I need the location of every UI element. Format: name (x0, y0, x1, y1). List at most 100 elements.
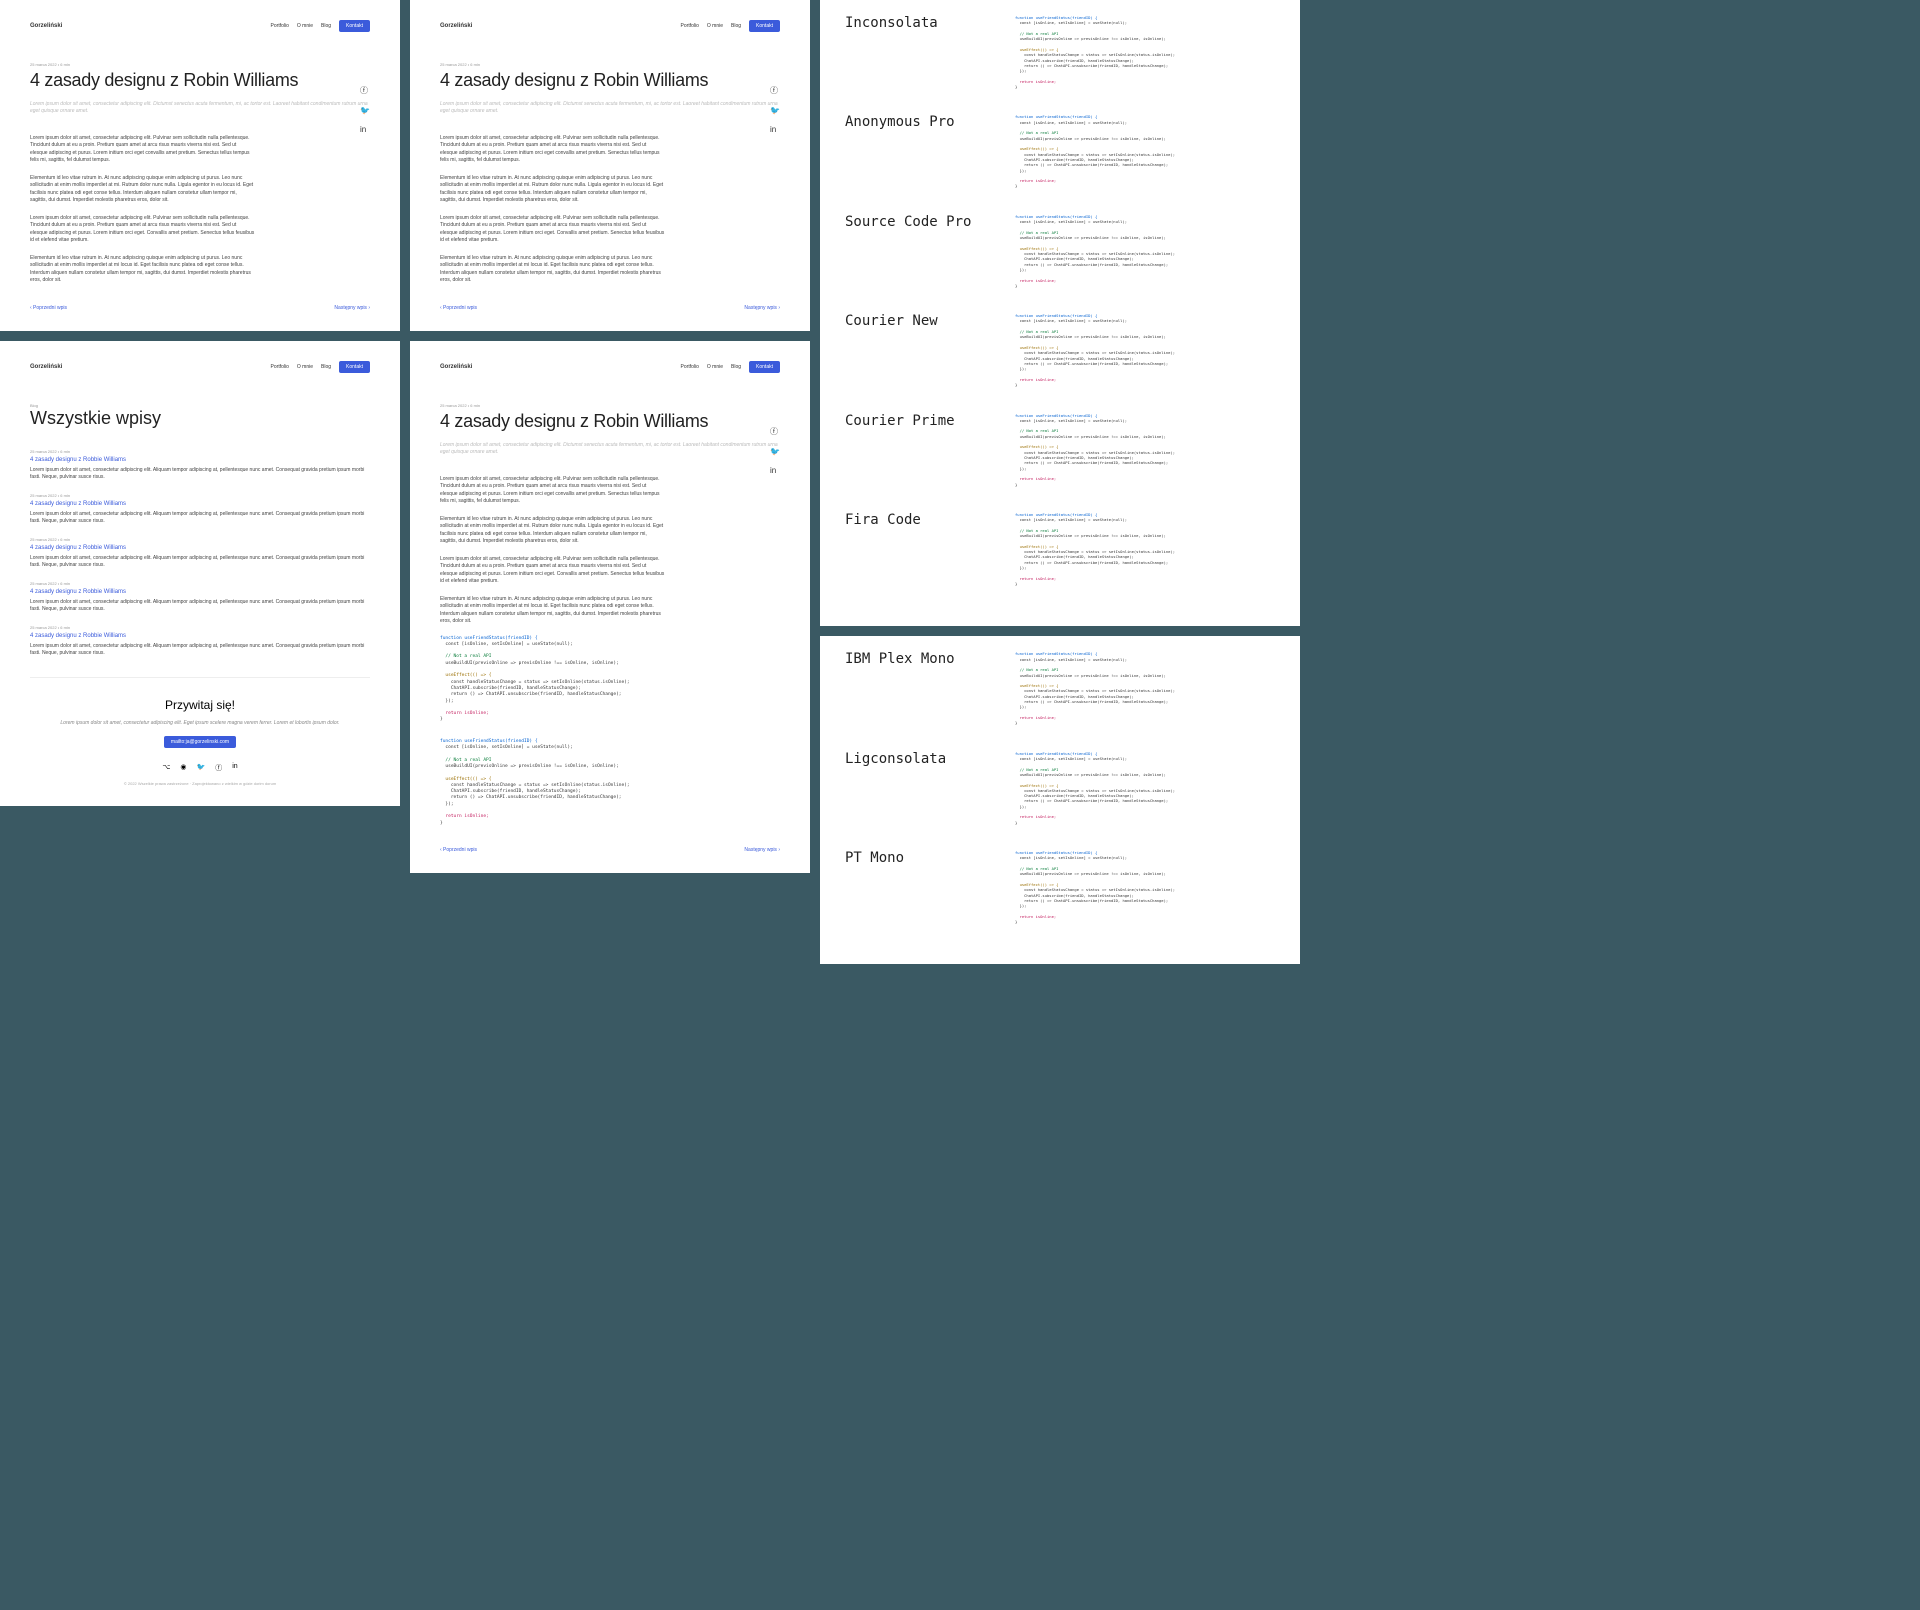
code-sample: function useFriendStatus(friendID) { con… (1015, 850, 1275, 924)
top-nav: Gorzeliński Portfolio O mnie Blog Kontak… (30, 361, 370, 373)
cta-text: Lorem ipsum dolor sit amet, consectetur … (30, 720, 370, 726)
nav-contact-button[interactable]: Kontakt (339, 20, 370, 32)
article-panel-2: Gorzeliński Portfolio O mnie Blog Kontak… (410, 0, 810, 331)
paragraph: Lorem ipsum dolor sit amet, consectetur … (30, 135, 254, 165)
logo[interactable]: Gorzeliński (30, 23, 62, 29)
font-name-label: Courier New (845, 313, 985, 383)
list-title: Wszystkie wpisy (30, 408, 370, 429)
post-lead: Lorem ipsum dolor sit amet, consectetur … (30, 101, 370, 115)
footer-copyright: © 2022 Wszelkie prawa zastrzeżone · Zapr… (30, 781, 370, 786)
prev-post-link[interactable]: ‹ Poprzedni wpis (440, 847, 477, 853)
font-sample-row: PT Mono function useFriendStatus(friendID… (845, 850, 1275, 924)
font-sample-row: Source Code Pro function useFriendStatus(… (845, 214, 1275, 288)
nav-blog[interactable]: Blog (731, 364, 741, 370)
nav-about[interactable]: O mnie (297, 23, 313, 29)
font-name-label: Source Code Pro (845, 214, 985, 284)
nav-contact-button[interactable]: Kontakt (749, 20, 780, 32)
footer-social: ⌥ ◉ 🐦 ⓕ in (30, 763, 370, 773)
nav-blog[interactable]: Blog (731, 23, 741, 29)
prev-post-link[interactable]: ‹ Poprzedni wpis (30, 305, 67, 311)
font-name-label: Anonymous Pro (845, 114, 985, 184)
post-link[interactable]: 4 zasady designu z Robbie Williams (30, 633, 370, 639)
pager: ‹ Poprzedni wpis Następny wpis › (30, 305, 370, 311)
post-link[interactable]: 4 zasady designu z Robbie Williams (30, 545, 370, 551)
post-item: 25 marca 2022 • 6 min 4 zasady designu z… (30, 449, 370, 481)
code-sample: function useFriendStatus(friendID) { con… (1015, 512, 1275, 586)
font-name-label: Courier Prime (845, 413, 985, 483)
linkedin-icon[interactable]: in (360, 125, 370, 134)
font-sample-row: Inconsolatafunction useFriendStatus(frie… (845, 15, 1275, 89)
nav-portfolio[interactable]: Portfolio (681, 364, 699, 370)
code-block-1: function useFriendStatus(friendID) { con… (440, 636, 664, 724)
twitter-icon[interactable]: 🐦 (770, 447, 780, 456)
facebook-icon[interactable]: ⓕ (215, 763, 222, 773)
twitter-icon[interactable]: 🐦 (197, 763, 206, 773)
nav-portfolio[interactable]: Portfolio (271, 23, 289, 29)
nav-about[interactable]: O mnie (297, 364, 313, 370)
post-item: 25 marca 2022 • 6 min 4 zasady designu z… (30, 537, 370, 569)
paragraph: Elementum id leo vitae rutrum in. At nun… (30, 175, 254, 205)
code-sample: function useFriendStatus(friendID) { con… (1015, 114, 1275, 188)
article-panel-1: Gorzeliński Portfolio O mnie Blog Kontak… (0, 0, 400, 331)
post-title: 4 zasady designu z Robin Williams (30, 71, 370, 91)
facebook-icon[interactable]: ⓕ (770, 85, 780, 96)
post-link[interactable]: 4 zasady designu z Robbie Williams (30, 501, 370, 507)
font-comparison-top: Inconsolatafunction useFriendStatus(frie… (820, 0, 1300, 626)
post-excerpt: Lorem ipsum dolor sit amet, consectetur … (30, 467, 370, 481)
code-sample: function useFriendStatus(friendID) { con… (1015, 214, 1275, 288)
font-sample-row: Ligconsolatafunction useFriendStatus(fri… (845, 751, 1275, 825)
top-nav: Gorzeliński Portfolio O mnie Blog Kontak… (30, 20, 370, 32)
nav-blog[interactable]: Blog (321, 23, 331, 29)
nav-about[interactable]: O mnie (707, 23, 723, 29)
facebook-icon[interactable]: ⓕ (770, 426, 780, 437)
font-name-label: Ligconsolata (845, 751, 985, 821)
code-sample: function useFriendStatus(friendID) { con… (1015, 313, 1275, 387)
twitter-icon[interactable]: 🐦 (360, 106, 370, 115)
code-sample: function useFriendStatus(friendID) { con… (1015, 651, 1275, 725)
linkedin-icon[interactable]: in (770, 466, 780, 475)
post-meta: 25 marca 2022 • 6 min (30, 62, 370, 67)
logo[interactable]: Gorzeliński (440, 364, 472, 370)
nav-blog[interactable]: Blog (321, 364, 331, 370)
nav-contact-button[interactable]: Kontakt (749, 361, 780, 373)
post-item: 25 marca 2022 • 6 min 4 zasady designu z… (30, 493, 370, 525)
nav-links: Portfolio O mnie Blog Kontakt (271, 20, 370, 32)
post-link[interactable]: 4 zasady designu z Robbie Williams (30, 457, 370, 463)
nav-contact-button[interactable]: Kontakt (339, 361, 370, 373)
prev-post-link[interactable]: ‹ Poprzedni wpis (440, 305, 477, 311)
next-post-link[interactable]: Następny wpis › (744, 305, 780, 311)
linkedin-icon[interactable]: in (232, 763, 237, 773)
twitter-icon[interactable]: 🐦 (770, 106, 780, 115)
blog-list-panel: Gorzeliński Portfolio O mnie Blog Kontak… (0, 341, 400, 806)
post-title: 4 zasady designu z Robin Williams (440, 412, 780, 432)
cta-heading: Przywitaj się! (30, 698, 370, 712)
nav-portfolio[interactable]: Portfolio (271, 364, 289, 370)
nav-about[interactable]: O mnie (707, 364, 723, 370)
cta-email-button[interactable]: mailto:ja@gorzelinski.com (164, 736, 236, 748)
code-sample: function useFriendStatus(friendID) { con… (1015, 15, 1275, 89)
font-name-label: Fira Code (845, 512, 985, 582)
dribbble-icon[interactable]: ◉ (180, 763, 186, 773)
post-item: 25 marca 2022 • 6 min 4 zasady designu z… (30, 581, 370, 613)
divider (30, 677, 370, 678)
linkedin-icon[interactable]: in (770, 125, 780, 134)
post-link[interactable]: 4 zasady designu z Robbie Williams (30, 589, 370, 595)
next-post-link[interactable]: Następny wpis › (334, 305, 370, 311)
paragraph: Lorem ipsum dolor sit amet, consectetur … (30, 215, 254, 245)
next-post-link[interactable]: Następny wpis › (744, 847, 780, 853)
github-icon[interactable]: ⌥ (162, 763, 170, 773)
facebook-icon[interactable]: ⓕ (360, 85, 370, 96)
font-name-label: IBM Plex Mono (845, 651, 985, 721)
list-item-meta: 25 marca 2022 • 6 min (30, 449, 370, 454)
nav-portfolio[interactable]: Portfolio (681, 23, 699, 29)
code-block-2: function useFriendStatus(friendID) { con… (440, 739, 664, 827)
font-sample-row: Fira Code function useFriendStatus(friend… (845, 512, 1275, 586)
article-body: Lorem ipsum dolor sit amet, consectetur … (30, 135, 254, 285)
logo[interactable]: Gorzeliński (440, 23, 472, 29)
logo[interactable]: Gorzeliński (30, 364, 62, 370)
font-name-label: PT Mono (845, 850, 985, 920)
font-comparison-bottom: IBM Plex Mono function useFriendStatus(fr… (820, 636, 1300, 964)
font-sample-row: Courier New function useFriendStatus(frie… (845, 313, 1275, 387)
code-sample: function useFriendStatus(friendID) { con… (1015, 413, 1275, 487)
font-sample-row: Anonymous Pro function useFriendStatus(fr… (845, 114, 1275, 188)
